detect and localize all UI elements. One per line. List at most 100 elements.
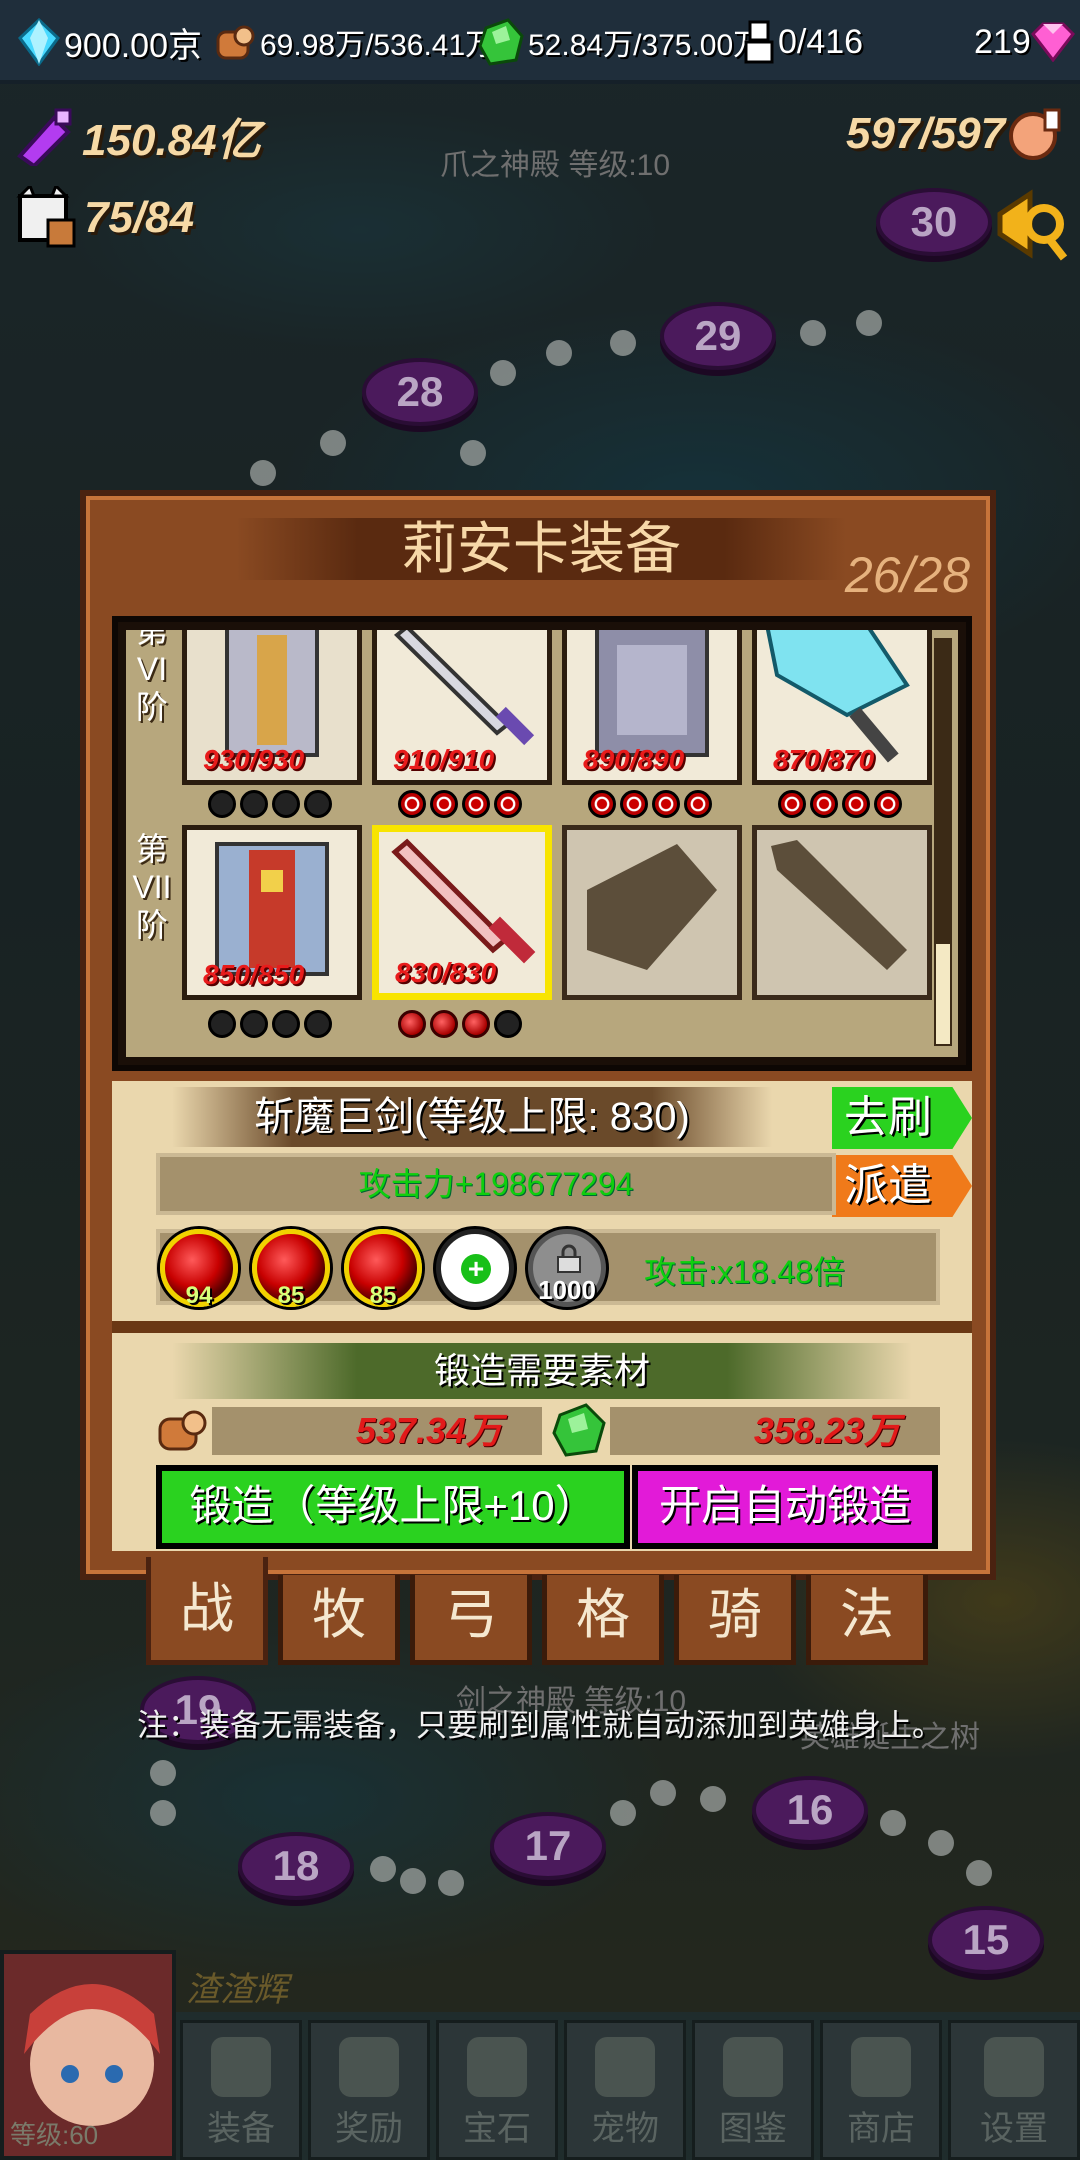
tab-knight[interactable]: 骑: [674, 1575, 796, 1665]
path-dot: [928, 1830, 954, 1856]
add-gem-slot[interactable]: +: [436, 1229, 514, 1307]
wood-cost: 537.34万: [212, 1407, 542, 1455]
filled-socket: [462, 1010, 490, 1038]
equip-slot-empty-2[interactable]: [752, 825, 932, 1000]
equip-slot-sword-vi[interactable]: 910/910: [372, 630, 552, 785]
equip-slot-armor-vi[interactable]: 930/930: [182, 630, 362, 785]
nav-shop[interactable]: 商店: [820, 2020, 942, 2160]
scrollbar-thumb[interactable]: [936, 944, 950, 1044]
cat-bag-icon: [16, 186, 76, 248]
gem-icon: [467, 2037, 527, 2097]
diamond-value: 900.00京: [64, 26, 202, 65]
equip-slot-armor-vii[interactable]: 850/850: [182, 825, 362, 1000]
auto-forge-button[interactable]: 开启自动锻造: [632, 1465, 938, 1549]
trophy-icon: [339, 2037, 399, 2097]
forge-button[interactable]: 锻造（等级上限+10）: [156, 1465, 630, 1549]
purple-potion-icon: [17, 108, 72, 166]
stamina-value: 597/597: [846, 109, 1006, 158]
locked-gem-slot[interactable]: 1000: [528, 1229, 606, 1307]
nav-label: 图鉴: [719, 2110, 787, 2148]
socket-row: [208, 790, 332, 818]
filled-socket: [398, 1010, 426, 1038]
stage-node-17[interactable]: 17: [490, 1812, 606, 1880]
filled-socket: [652, 790, 680, 818]
gem-resource[interactable]: 219: [974, 14, 1079, 70]
nav-pets[interactable]: 宠物: [564, 2020, 686, 2160]
equipment-panel: 莉安卡装备 26/28 第 VI 阶 930/930 910/910 890/890…: [80, 490, 996, 1580]
temple-label-top: 爪之神殿 等级:10: [440, 149, 671, 182]
wood-icon: [216, 25, 255, 60]
equipment-grid[interactable]: 第 VI 阶 930/930 910/910 890/890 870/870 第…: [112, 616, 972, 1071]
equip-level: 910/910: [393, 744, 495, 775]
nav-label: 装备: [207, 2110, 275, 2148]
tab-warrior[interactable]: 战: [146, 1557, 268, 1665]
population-value: 0/416: [778, 22, 864, 61]
ore-resource: 52.84万/375.00万: [478, 14, 763, 70]
stage-node-29[interactable]: 29: [660, 302, 776, 370]
item-detail: 斩魔巨剑(等级上限: 830) 去刷 派遣 攻击力+198677294 94 8…: [112, 1081, 972, 1551]
stage-node-18[interactable]: 18: [238, 1832, 354, 1900]
wood-value: 69.98万/536.41万: [260, 29, 496, 62]
tab-priest[interactable]: 牧: [278, 1575, 400, 1665]
stage-node-15[interactable]: 15: [928, 1906, 1044, 1974]
tab-archer[interactable]: 弓: [410, 1575, 532, 1665]
nav-equipment[interactable]: 装备: [180, 2020, 302, 2160]
nav-label: 宠物: [591, 2110, 659, 2148]
nav-rewards[interactable]: 奖励: [308, 2020, 430, 2160]
empty-socket: [272, 1010, 300, 1038]
attribute-bar: 攻击力+198677294: [156, 1153, 836, 1215]
nav-codex[interactable]: 图鉴: [692, 2020, 814, 2160]
class-tabs: 战 牧 弓 格 骑 法: [146, 1557, 928, 1665]
grid-scrollbar[interactable]: [934, 638, 952, 1046]
path-dot: [400, 1868, 426, 1894]
equipment-count: 26/28: [844, 547, 970, 603]
ruby-gem-slot[interactable]: 94: [160, 1229, 238, 1309]
horn-icon[interactable]: [992, 184, 1068, 264]
socket-row: [588, 790, 712, 818]
ruby-gem-slot[interactable]: 85: [252, 1229, 330, 1309]
filled-socket: [430, 1010, 458, 1038]
tab-mage[interactable]: 法: [806, 1575, 928, 1665]
equip-slot-armor2-vi[interactable]: 890/890: [562, 630, 742, 785]
panel-title: 莉安卡装备: [236, 518, 846, 580]
path-dot: [966, 1860, 992, 1886]
filled-socket: [810, 790, 838, 818]
path-dot: [150, 1760, 176, 1786]
empty-socket: [304, 790, 332, 818]
green-ore-icon: [478, 18, 524, 66]
dispatch-button[interactable]: 派遣: [832, 1155, 972, 1217]
empty-socket: [494, 1010, 522, 1038]
empty-socket: [240, 1010, 268, 1038]
nav-settings[interactable]: 设置: [948, 2020, 1080, 2160]
equip-level: 830/830: [395, 957, 497, 988]
path-dot: [370, 1856, 396, 1882]
path-dot: [150, 1800, 176, 1826]
attack-attribute: 攻击力+198677294: [358, 1166, 634, 1202]
nav-label: 宝石: [463, 2110, 531, 2148]
stage-node-16[interactable]: 16: [752, 1776, 868, 1844]
path-dot: [610, 1800, 636, 1826]
path-dot: [460, 440, 486, 466]
tab-fighter[interactable]: 格: [542, 1575, 664, 1665]
nav-label: 商店: [847, 2110, 915, 2148]
gem-socket-bar: 94 85 85 + 1000 攻击:x18.48倍: [156, 1229, 940, 1309]
filled-socket: [588, 790, 616, 818]
equipment-icon: [211, 2037, 271, 2097]
equip-slot-greatsword-vii[interactable]: 830/830: [372, 825, 552, 1000]
empty-socket: [208, 790, 236, 818]
ore-value: 52.84万/375.00万: [528, 29, 764, 62]
equip-slot-empty-1[interactable]: [562, 825, 742, 1000]
filled-socket: [398, 790, 426, 818]
nav-gems[interactable]: 宝石: [436, 2020, 558, 2160]
filled-socket: [430, 790, 458, 818]
hero-avatar[interactable]: 等级:60: [0, 1950, 176, 2160]
stage-node-30[interactable]: 30: [876, 188, 992, 256]
stage-node-28[interactable]: 28: [362, 358, 478, 426]
path-dot: [700, 1786, 726, 1812]
refresh-button[interactable]: 去刷: [832, 1087, 972, 1149]
filled-socket: [462, 790, 490, 818]
ruby-gem-slot[interactable]: 85: [344, 1229, 422, 1309]
equip-slot-axe-vi[interactable]: 870/870: [752, 630, 932, 785]
filled-socket: [494, 790, 522, 818]
wood-icon: [158, 1410, 207, 1451]
